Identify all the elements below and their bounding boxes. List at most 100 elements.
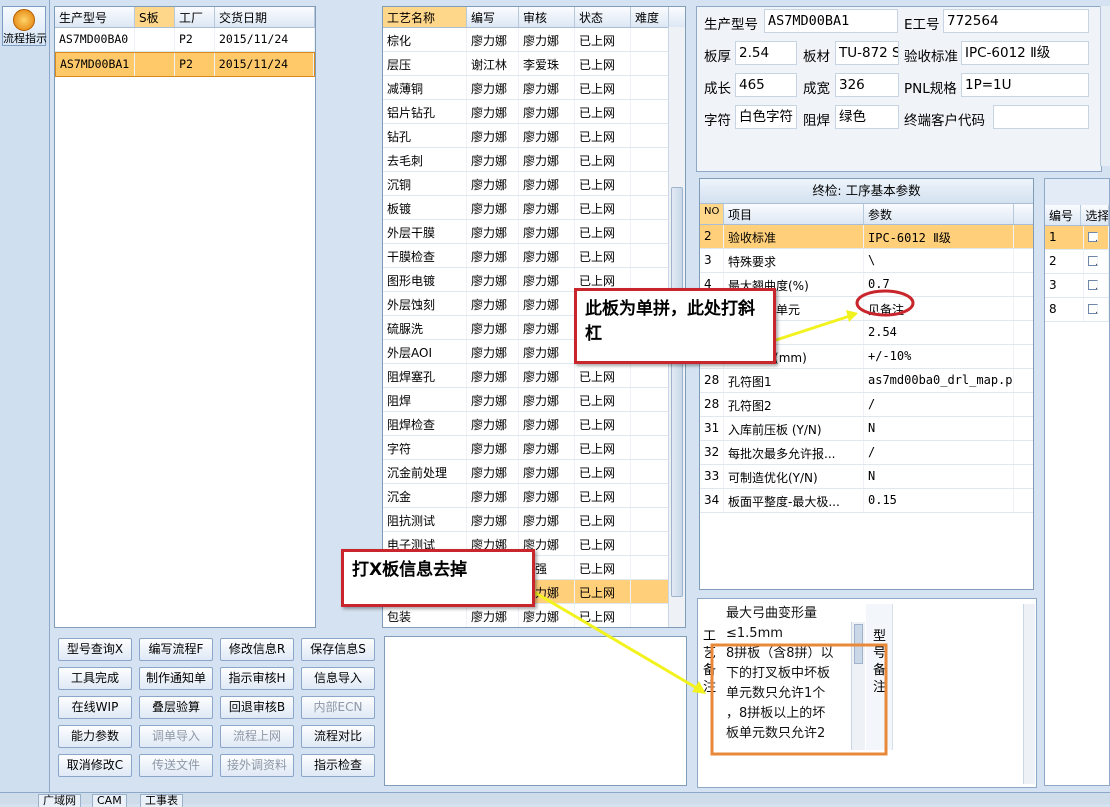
flow-instruction-button[interactable]: 流程指示 (2, 6, 47, 46)
field-mask[interactable]: 绿色 (835, 105, 899, 129)
process-row[interactable]: 沉铜 廖力娜 廖力娜 已上网 (383, 172, 685, 196)
process-row[interactable]: 板镀 廖力娜 廖力娜 已上网 (383, 196, 685, 220)
process-row[interactable]: 铝片钻孔 廖力娜 廖力娜 已上网 (383, 100, 685, 124)
process-row[interactable]: 阻抗测试 廖力娜 廖力娜 已上网 (383, 508, 685, 532)
header-reviewer[interactable]: 审核 (519, 7, 575, 27)
header-item[interactable]: 项目 (724, 204, 864, 224)
tab-schedule[interactable]: 工事表 (140, 794, 183, 807)
field-width[interactable]: 326 (835, 73, 899, 97)
field-length[interactable]: 465 (735, 73, 797, 97)
tab-wan[interactable]: 广域网 (38, 794, 81, 807)
model-remark-scrollbar[interactable] (1023, 604, 1035, 784)
process-row[interactable]: 包装 廖力娜 廖力娜 已上网 (383, 604, 685, 627)
number-row[interactable]: 8✓ (1045, 298, 1109, 322)
action-button[interactable]: 内部ECN (301, 696, 375, 719)
action-button[interactable]: 在线WIP (58, 696, 132, 719)
cell-writer: 廖力娜 (467, 364, 519, 387)
field-material[interactable]: TU-872 S (835, 41, 899, 65)
action-button[interactable]: 信息导入 (301, 667, 375, 690)
process-row[interactable]: 沉金前处理 廖力娜 廖力娜 已上网 (383, 460, 685, 484)
action-button[interactable]: 能力参数 (58, 725, 132, 748)
process-row[interactable]: 减薄铜 廖力娜 廖力娜 已上网 (383, 76, 685, 100)
header-process-name[interactable]: 工艺名称 (383, 7, 467, 27)
process-scroll-thumb[interactable] (671, 187, 683, 597)
inspection-row[interactable]: 28 孔符图2/ (700, 393, 1033, 417)
field-eno[interactable]: 772564 (943, 9, 1089, 33)
process-row[interactable]: 阻焊检查 廖力娜 廖力娜 已上网 (383, 412, 685, 436)
process-row[interactable]: 棕化 廖力娜 廖力娜 已上网 (383, 28, 685, 52)
action-button[interactable]: 传送文件 (139, 754, 213, 777)
process-row[interactable]: 干膜检查 廖力娜 廖力娜 已上网 (383, 244, 685, 268)
field-model[interactable]: AS7MD00BA1 (764, 9, 898, 33)
header-writer[interactable]: 编写 (467, 7, 519, 27)
process-row[interactable]: 字符 廖力娜 廖力娜 已上网 (383, 436, 685, 460)
action-button[interactable]: 调单导入 (139, 725, 213, 748)
checkbox[interactable]: ✓ (1087, 304, 1098, 314)
model-row-selected[interactable]: AS7MD00BA1 P2 2015/11/24 (55, 52, 315, 77)
cell-reviewer: 廖力娜 (519, 172, 575, 195)
inspection-row[interactable]: 32 每批次最多允许报... / (700, 441, 1033, 465)
header-difficulty[interactable]: 难度 (631, 7, 669, 27)
action-button[interactable]: 工具完成 (58, 667, 132, 690)
action-button[interactable]: 型号查询X (58, 638, 132, 661)
inspection-row[interactable]: 3 特殊要求 \ (700, 249, 1033, 273)
inspection-row[interactable]: 33 可制造优化(Y/N) N (700, 465, 1033, 489)
number-row[interactable]: 2✓ (1045, 250, 1109, 274)
process-row[interactable]: 阻焊塞孔 廖力娜 廖力娜 已上网 (383, 364, 685, 388)
field-char[interactable]: 白色字符 (735, 105, 797, 129)
action-button[interactable]: 流程上网 (220, 725, 294, 748)
tab-cam[interactable]: CAM (92, 794, 127, 807)
inspection-row[interactable]: 34 板面平整度-最大极... 0.15 (700, 489, 1033, 513)
action-button[interactable]: 指示审核H (220, 667, 294, 690)
process-row[interactable]: 沉金 廖力娜 廖力娜 已上网 (383, 484, 685, 508)
field-accept[interactable]: IPC-6012 Ⅱ级 (961, 41, 1089, 65)
action-button[interactable]: 编写流程F (139, 638, 213, 661)
action-button[interactable]: 修改信息R (220, 638, 294, 661)
notes-textbox[interactable] (384, 636, 687, 786)
action-button[interactable]: 接外调资料 (220, 754, 294, 777)
action-button[interactable]: 指示检查 (301, 754, 375, 777)
header-status[interactable]: 状态 (575, 7, 631, 27)
checkbox[interactable]: ✓ (1087, 232, 1098, 242)
cell-difficulty (631, 556, 669, 579)
process-remark-text[interactable]: 最大弓曲变形量 ≤1.5mm 8拼板（含8拼）以 下的打叉板中坏板 单元数只允许1个 ，8… (722, 604, 857, 750)
remark-line: 8拼板（含8拼）以 (726, 646, 834, 661)
cell-no: 31 (700, 417, 724, 440)
number-row[interactable]: 3✓ (1045, 274, 1109, 298)
checkbox[interactable]: ✓ (1087, 256, 1098, 266)
action-button[interactable]: 叠层验算 (139, 696, 213, 719)
remark-scroll-thumb[interactable] (854, 624, 863, 664)
cell-writer: 廖力娜 (467, 388, 519, 411)
field-customer[interactable] (993, 105, 1089, 129)
number-row[interactable]: 1✓ (1045, 226, 1109, 250)
field-pnl[interactable]: 1P=1U (961, 73, 1089, 97)
action-button[interactable]: 制作通知单 (139, 667, 213, 690)
remark-scrollbar[interactable] (851, 622, 865, 750)
checkbox[interactable]: ✓ (1087, 280, 1098, 290)
header-s[interactable]: S板 (135, 7, 175, 27)
header-factory[interactable]: 工厂 (175, 7, 215, 27)
cell-difficulty (631, 76, 669, 99)
action-button[interactable]: 取消修改C (58, 754, 132, 777)
header-no[interactable]: NO (700, 204, 724, 224)
field-thickness[interactable]: 2.54 (735, 41, 797, 65)
header-date[interactable]: 交货日期 (215, 7, 315, 27)
header-number[interactable]: 编号 (1045, 205, 1082, 225)
process-row[interactable]: 阻焊 廖力娜 廖力娜 已上网 (383, 388, 685, 412)
process-row[interactable]: 钻孔 廖力娜 廖力娜 已上网 (383, 124, 685, 148)
action-button[interactable]: 回退审核B (220, 696, 294, 719)
action-button[interactable]: 保存信息S (301, 638, 375, 661)
header-param[interactable]: 参数 (864, 204, 1014, 224)
process-row[interactable]: 去毛刺 廖力娜 廖力娜 已上网 (383, 148, 685, 172)
model-row[interactable]: AS7MD00BA0 P2 2015/11/24 (55, 28, 315, 52)
inspection-row[interactable]: 31 入库前压板 (Y/N) N (700, 417, 1033, 441)
info-scrollbar[interactable] (1100, 6, 1110, 166)
process-row[interactable]: 层压 谢江林 李爱珠 已上网 (383, 52, 685, 76)
header-model[interactable]: 生产型号 (55, 7, 135, 27)
action-button[interactable]: 流程对比 (301, 725, 375, 748)
process-row[interactable]: 外层干膜 廖力娜 廖力娜 已上网 (383, 220, 685, 244)
model-remark-text[interactable] (892, 604, 1023, 750)
inspection-row[interactable]: 2 验收标准 IPC-6012 Ⅱ级 (700, 225, 1033, 249)
inspection-row[interactable]: 28 孔符图1 as7md00ba0_drl_map.p (700, 369, 1033, 393)
header-select[interactable]: 选择 (1081, 205, 1109, 225)
